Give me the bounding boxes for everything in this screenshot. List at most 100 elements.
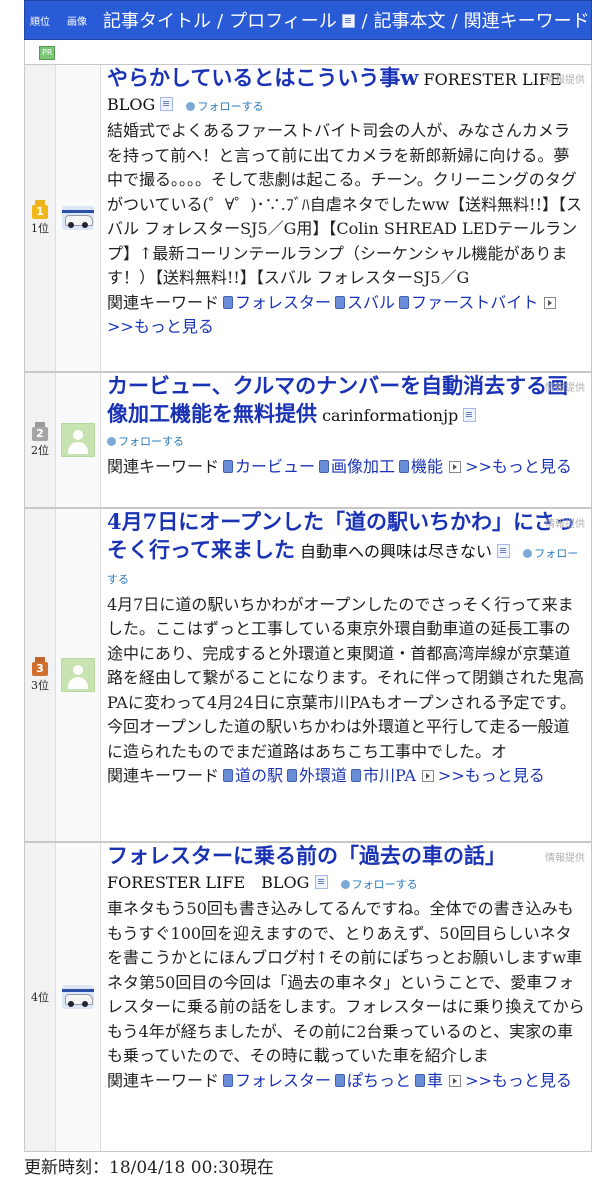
image-column-label: 画像 xyxy=(67,16,87,28)
keyword-list: 関連キーワード カービュー 画像加工 機能 xyxy=(107,457,443,476)
profile-icon xyxy=(342,14,356,28)
entry-body: 車ネタもう50回も書き込みしてるんですね。全体での書き込みももうすぐ100回を迎… xyxy=(107,899,585,1065)
person-icon xyxy=(186,101,196,111)
keyword-list: 関連キーワード フォレスター ぽちっと車 xyxy=(107,1071,443,1090)
keyword-icon xyxy=(399,459,410,473)
keyword-label: 関連キーワード xyxy=(107,456,220,476)
silver-medal-icon: 2 xyxy=(31,422,49,442)
rank-label: 2位 xyxy=(31,444,49,457)
person-icon xyxy=(523,548,533,558)
col-title-label: 記事タイトル xyxy=(103,11,211,32)
entry-content: 情報提供 フォレスターに乗る前の「過去の車の話」 FORESTER LIFE B… xyxy=(101,843,591,1151)
keyword-icon xyxy=(223,459,234,473)
blog-name-link[interactable]: 自動車への興味は尽きない xyxy=(300,542,492,561)
profile-icon[interactable] xyxy=(314,874,328,889)
blog-name-link[interactable]: carinformationjp xyxy=(322,406,458,425)
keyword-link[interactable]: カービュー xyxy=(235,457,315,476)
rank-label: 3位 xyxy=(31,679,49,692)
content-column-label: 記事タイトル / プロフィール / 記事本文 / 関連キーワード xyxy=(103,11,590,32)
avatar[interactable] xyxy=(61,658,95,692)
more-arrow-icon xyxy=(449,1074,462,1087)
avatar[interactable] xyxy=(61,423,95,457)
keyword-icon xyxy=(223,769,234,782)
info-tag: 情報提供 xyxy=(545,519,585,530)
ranking-entry: 2 2位 情報提供 カービュー、クルマのナンバーを自動消去する画像加工機能を無料… xyxy=(24,372,592,508)
thumbnail-cell[interactable] xyxy=(56,843,101,1151)
thumbnail-cell[interactable] xyxy=(56,65,101,371)
ranking-entry: 4位 情報提供 フォレスターに乗る前の「過去の車の話」 FORESTER LIF… xyxy=(24,842,592,1152)
keyword-list: 関連キーワード 道の駅 外環道 市川PA xyxy=(107,766,416,785)
thumbnail-cell[interactable] xyxy=(56,509,101,841)
col-body-label: 記事本文 xyxy=(373,11,446,32)
keyword-link[interactable]: フォレスター xyxy=(235,1071,331,1090)
profile-icon[interactable] xyxy=(160,96,174,111)
keyword-icon xyxy=(399,295,410,309)
keyword-link[interactable]: 画像加工 xyxy=(331,457,395,476)
keyword-icon xyxy=(335,295,346,309)
more-link[interactable]: >>もっと見る xyxy=(465,1071,572,1090)
info-tag: 情報提供 xyxy=(545,853,585,864)
entry-body: 4月7日に道の駅いちかわがオープンしたのでさっそく行って来ました。ここはずっと工… xyxy=(107,594,585,761)
blog-name-link[interactable]: FORESTER LIFE BLOG xyxy=(107,873,309,892)
rank-label: 1位 xyxy=(31,222,49,235)
follow-button[interactable]: フォローする xyxy=(186,100,263,113)
keyword-icon xyxy=(319,459,330,473)
entry-title-link[interactable]: やらかしているとはこういう事w xyxy=(107,65,418,90)
car-thumbnail[interactable] xyxy=(62,985,94,1009)
follow-button[interactable]: フォローする xyxy=(107,435,184,448)
info-tag: 情報提供 xyxy=(545,383,585,394)
keyword-label: 関連キーワード xyxy=(107,1070,220,1090)
keyword-link[interactable]: スバル xyxy=(347,293,395,312)
more-link[interactable]: >>もっと見る xyxy=(465,457,572,476)
pr-badge[interactable]: PR xyxy=(39,46,56,60)
more-arrow-icon xyxy=(421,770,434,782)
keyword-link[interactable]: 機能 xyxy=(411,457,443,476)
rank-cell: 4位 xyxy=(25,843,56,1151)
rank-column-label: 順位 xyxy=(30,16,50,28)
thumbnail-cell[interactable] xyxy=(56,373,101,507)
keyword-label: 関連キーワード xyxy=(107,766,220,785)
profile-icon[interactable] xyxy=(497,543,511,558)
rank-cell: 2 2位 xyxy=(25,373,56,507)
keyword-icon xyxy=(415,1073,426,1087)
keyword-link[interactable]: 外環道 xyxy=(299,766,347,785)
pr-row: PR xyxy=(24,40,592,64)
col-keyword-label: 関連キーワード xyxy=(463,11,590,32)
entry-body: 結婚式でよくあるファーストバイト司会の人が、みなさんカメラを持って前へ！と言って… xyxy=(107,121,582,287)
keyword-link[interactable]: 車 xyxy=(427,1071,443,1090)
keyword-link[interactable]: 道の駅 xyxy=(235,766,283,785)
keyword-list: 関連キーワード フォレスター スバル ファーストバイト xyxy=(107,293,538,312)
entry-title-link[interactable]: フォレスターに乗る前の「過去の車の話」 xyxy=(107,843,506,868)
bronze-medal-icon: 3 xyxy=(31,657,49,677)
keyword-icon xyxy=(335,1073,346,1087)
keyword-link[interactable]: フォレスター xyxy=(235,293,331,312)
ranking-entry: 1 1位 情報提供 やらかしているとはこういう事w FORESTER LIFE … xyxy=(24,64,592,372)
rank-cell: 3 3位 xyxy=(25,509,56,841)
rank-label: 4位 xyxy=(31,991,49,1004)
gold-medal-icon: 1 xyxy=(31,200,49,220)
ranking-entry: 3 3位 情報提供 4月7日にオープンした「道の駅いちかわ」にさっそく行って来ま… xyxy=(24,508,592,842)
person-icon xyxy=(340,879,350,889)
keyword-link[interactable]: 市川PA xyxy=(363,766,416,785)
more-arrow-icon xyxy=(544,296,557,309)
car-thumbnail[interactable] xyxy=(62,206,94,230)
rank-cell: 1 1位 xyxy=(25,65,56,371)
person-icon xyxy=(107,437,116,446)
entry-content: 情報提供 カービュー、クルマのナンバーを自動消去する画像加工機能を無料提供 ca… xyxy=(101,373,591,507)
more-link[interactable]: >>もっと見る xyxy=(107,317,214,336)
more-arrow-icon xyxy=(449,460,462,473)
keyword-icon xyxy=(351,769,362,782)
more-link[interactable]: >>もっと見る xyxy=(438,766,545,785)
col-profile-label: プロフィール xyxy=(229,11,337,32)
update-time: 更新時刻：18/04/18 00:30現在 xyxy=(24,1158,274,1178)
profile-icon[interactable] xyxy=(463,407,477,422)
keyword-link[interactable]: ぽちっと xyxy=(347,1071,411,1090)
keyword-label: 関連キーワード xyxy=(107,292,220,312)
entry-content: 情報提供 やらかしているとはこういう事w FORESTER LIFE BLOG … xyxy=(101,65,591,371)
entry-content: 情報提供 4月7日にオープンした「道の駅いちかわ」にさっそく行って来ました 自動… xyxy=(101,509,591,841)
keyword-icon xyxy=(223,295,234,309)
follow-button[interactable]: フォローする xyxy=(340,878,418,891)
keyword-link[interactable]: ファーストバイト xyxy=(411,293,538,312)
info-tag: 情報提供 xyxy=(545,75,585,86)
ranking-header: 順位 画像 記事タイトル / プロフィール / 記事本文 / 関連キーワード xyxy=(24,0,592,40)
